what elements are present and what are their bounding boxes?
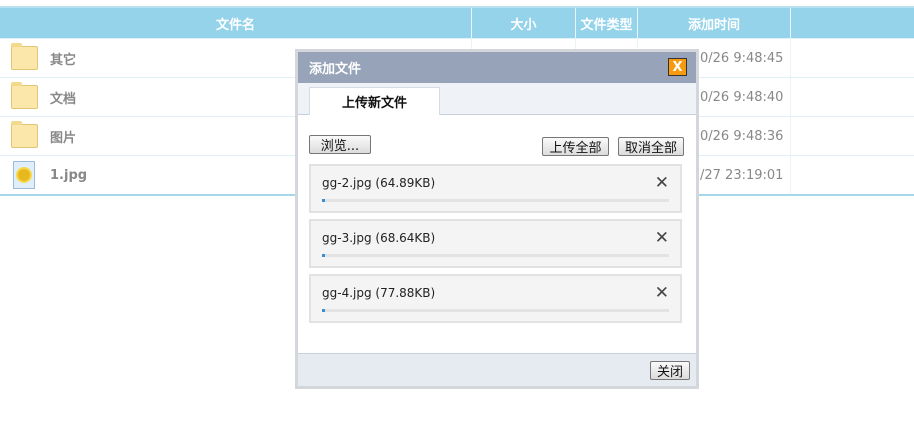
upload-item: gg-2.jpg (64.89KB) ✕ xyxy=(309,164,682,213)
upload-file-name: gg-2.jpg (64.89KB) xyxy=(322,176,436,190)
image-file-icon xyxy=(13,161,35,189)
browse-button[interactable]: 浏览... xyxy=(309,135,371,154)
file-name[interactable]: 1.jpg xyxy=(50,168,87,183)
dialog-close-icon[interactable]: X xyxy=(668,58,687,76)
file-name[interactable]: 其它 xyxy=(50,49,76,68)
header-size[interactable]: 大小 xyxy=(472,8,576,38)
add-file-dialog: 添加文件 X 上传新文件 浏览... 上传全部 取消全部 gg-2.jpg (6… xyxy=(295,49,699,389)
upload-item: gg-4.jpg (77.88KB) ✕ xyxy=(309,274,682,323)
file-name[interactable]: 文档 xyxy=(50,88,76,107)
remove-icon[interactable]: ✕ xyxy=(655,173,669,193)
upload-item: gg-3.jpg (68.64KB) ✕ xyxy=(309,219,682,268)
header-extra xyxy=(791,8,914,38)
folder-icon xyxy=(11,43,38,70)
header-type[interactable]: 文件类型 xyxy=(576,8,638,38)
table-header: 文件名 大小 文件类型 添加时间 xyxy=(0,8,914,38)
cancel-all-button[interactable]: 取消全部 xyxy=(618,137,684,156)
header-name[interactable]: 文件名 xyxy=(0,8,472,38)
progress-bar xyxy=(322,309,669,312)
folder-icon xyxy=(11,121,38,148)
close-button[interactable]: 关闭 xyxy=(650,361,690,380)
remove-icon[interactable]: ✕ xyxy=(655,228,669,248)
dialog-tabs: 上传新文件 xyxy=(298,83,696,115)
progress-bar xyxy=(322,199,669,202)
header-time[interactable]: 添加时间 xyxy=(638,8,791,38)
remove-icon[interactable]: ✕ xyxy=(655,283,669,303)
file-name[interactable]: 图片 xyxy=(50,127,76,146)
tab-upload-new[interactable]: 上传新文件 xyxy=(309,87,440,115)
folder-icon xyxy=(11,82,38,109)
progress-bar xyxy=(322,254,669,257)
upload-file-name: gg-3.jpg (68.64KB) xyxy=(322,231,436,245)
upload-file-name: gg-4.jpg (77.88KB) xyxy=(322,286,436,300)
dialog-title: 添加文件 xyxy=(309,62,362,77)
upload-all-button[interactable]: 上传全部 xyxy=(542,137,609,156)
dialog-title-bar[interactable]: 添加文件 X xyxy=(298,52,696,83)
dialog-footer: 关闭 xyxy=(298,353,696,386)
